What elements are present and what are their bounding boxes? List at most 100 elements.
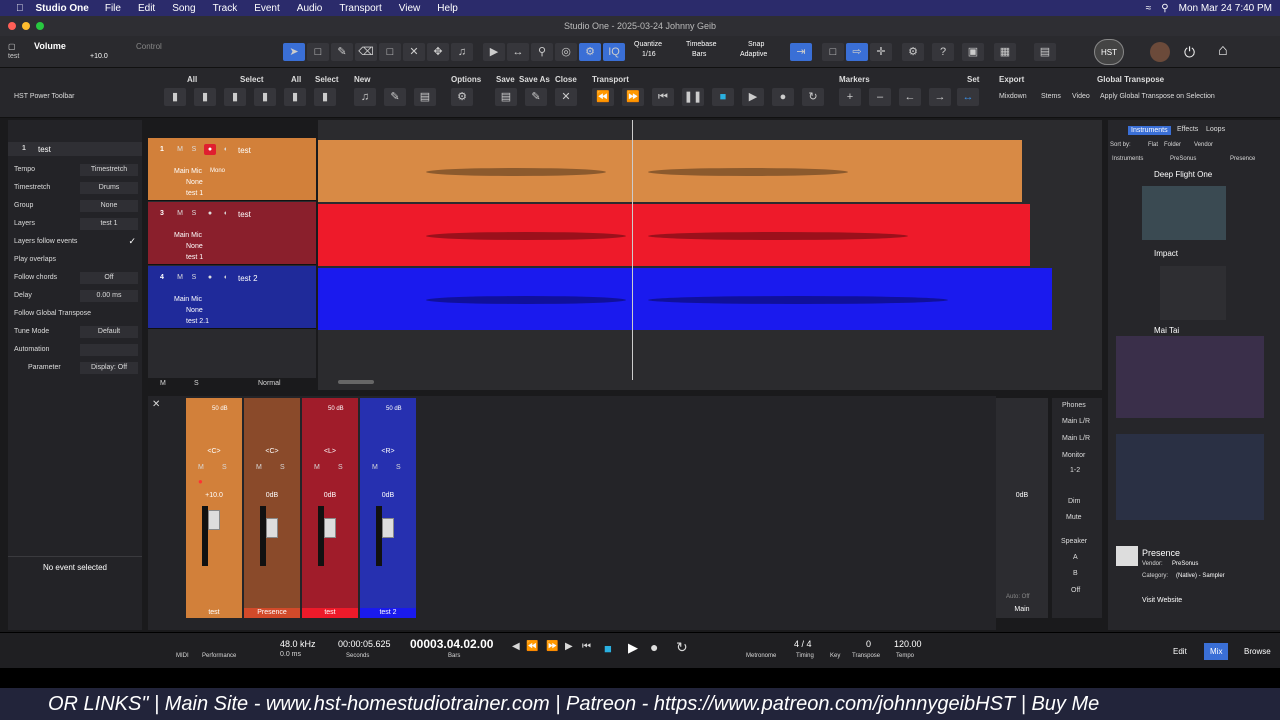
timebase-value[interactable]: Bars [692,51,706,58]
track-layer[interactable]: test 2.1 [186,318,209,325]
tab-loops[interactable]: Loops [1206,126,1225,133]
inspector-row[interactable]: Layers follow events ✓ [8,234,142,250]
row-value[interactable]: Timestretch [80,164,138,176]
zoom-tool-button[interactable]: ↔ [507,43,529,61]
solo-button[interactable]: S [396,464,401,471]
menu-file[interactable]: File [105,3,121,14]
track-row[interactable]: 1 M S ● ◐ test Main Mic Mono None test 1 [148,138,316,201]
main-auto[interactable]: Auto: Off [1006,594,1030,600]
eraser-tool-button[interactable]: ⌫ [355,43,377,61]
zoom-window-button[interactable] [36,22,44,30]
prev-icon[interactable]: ⏮ [652,88,674,106]
record-arm-button[interactable]: ● [198,477,203,486]
zoom-icon[interactable]: ⚲ [531,43,553,61]
rewind-icon[interactable]: ⏪ [592,88,614,106]
track-mode-select[interactable]: Normal [258,380,281,387]
inspector-row[interactable]: Tempo Timestretch [8,162,142,178]
audio-clip[interactable] [318,204,1030,266]
speaker-a[interactable]: A [1073,554,1078,561]
output-main-2[interactable]: Main L/R [1062,435,1090,442]
tab-mix[interactable]: Mix [1204,643,1229,660]
seconds-display[interactable]: 00:00:05.625 [338,639,391,649]
all-btn-5[interactable]: ▮ [284,88,306,106]
record-arm-button[interactable]: ● [204,208,216,219]
row-value[interactable]: Display: Off [80,362,138,374]
cursor-follow-button[interactable]: ✛ [870,43,892,61]
inspector-row[interactable]: Parameter Display: Off [8,360,142,376]
monitor-button[interactable]: ◐ [220,144,232,155]
record-button[interactable]: ● [650,639,658,655]
audio-clip[interactable] [318,140,1022,202]
playhead[interactable] [632,120,633,380]
row-value[interactable]: test 1 [80,218,138,230]
tab-effects[interactable]: Effects [1177,126,1198,133]
dim-button[interactable]: Dim [1068,498,1080,505]
plugin-thumbnail[interactable] [1160,266,1226,320]
close-window-button[interactable] [8,22,16,30]
wifi-icon[interactable]: ≈ [1146,3,1152,14]
menu-help[interactable]: Help [437,3,458,14]
inspector-track-header[interactable]: 1 test [8,142,142,156]
inspector-row[interactable]: Play overlaps [8,252,142,268]
export-video-button[interactable]: Video [1072,93,1090,100]
console-icon[interactable]: ▤ [1034,43,1056,61]
add-marker-button[interactable]: + [839,88,861,106]
sort-flat[interactable]: Flat [1148,142,1158,148]
mute-button[interactable]: M [174,208,186,219]
next-marker-button[interactable]: → [929,88,951,106]
settings-button[interactable]: ⚙ [902,43,924,61]
output-1-2[interactable]: 1-2 [1070,467,1080,474]
pan-value[interactable]: <C> [186,448,242,455]
solo-button[interactable]: S [338,464,343,471]
row-value[interactable]: Drums [80,182,138,194]
track-layer[interactable]: test 1 [186,254,203,261]
pause-icon[interactable]: ❚❚ [682,88,704,106]
home-icon[interactable]: ⌂ [1218,42,1228,60]
fader-cap[interactable] [208,510,220,530]
listen-tool-button[interactable]: ♫ [451,43,473,61]
mute-button[interactable]: M [198,464,204,471]
track-name[interactable]: test [238,146,251,155]
monitor-button[interactable]: ◐ [220,208,232,219]
record-icon[interactable]: ● [772,88,794,106]
time-signature[interactable]: 4 / 4 [794,639,812,649]
all-btn-3[interactable]: ▮ [224,88,246,106]
mute-button[interactable]: M [314,464,320,471]
speaker-off[interactable]: Off [1071,587,1080,594]
fader-db[interactable]: 0dB [360,492,416,499]
record-arm-button[interactable]: ● [204,144,216,155]
key-label[interactable]: Key [830,653,840,659]
path-presonus[interactable]: PreSonus [1170,156,1196,162]
gain-value[interactable]: 50 dB [212,406,228,412]
row-value[interactable]: 0.00 ms [80,290,138,302]
fader-cap[interactable] [324,518,336,538]
quantize-value[interactable]: 1/16 [642,51,656,58]
snap-value[interactable]: Adaptive [740,51,767,58]
output-main-1[interactable]: Main L/R [1062,418,1090,425]
close-icon[interactable]: ✕ [555,88,577,106]
video-icon[interactable]: ▣ [962,43,984,61]
tempo-value[interactable]: 120.00 [894,639,922,649]
all-btn-4[interactable]: ▮ [254,88,276,106]
mute-button[interactable]: M [256,464,262,471]
pan-value[interactable]: <R> [360,448,416,455]
fast-rewind-button[interactable]: ⏪ [526,641,538,652]
track-row[interactable]: 3 M S ● ◐ test Main Mic None test 1 [148,202,316,265]
datetime[interactable]: Mon Mar 24 7:40 PM [1179,3,1272,14]
avatar[interactable] [1150,42,1170,62]
return-zero-button[interactable]: ⏮ [582,641,591,652]
check-icon[interactable]: ✓ [128,236,136,247]
horizontal-scrollbar[interactable] [338,380,374,384]
tab-instruments[interactable]: Instruments [1128,126,1171,135]
global-mute[interactable]: M [160,380,166,387]
sort-vendor[interactable]: Vendor [1194,142,1213,148]
track-name[interactable]: test 2 [238,274,258,283]
browser-item[interactable]: Impact [1154,249,1178,258]
app-menu[interactable]: Studio One [36,3,89,14]
pan-value[interactable]: <L> [302,448,358,455]
gain-value[interactable]: 50 dB [386,406,402,412]
export-mixdown-button[interactable]: Mixdown [999,93,1027,100]
arrange-view[interactable] [318,120,1102,390]
transpose-value[interactable]: 0 [866,639,871,649]
options-gear-icon[interactable]: ⚙ [451,88,473,106]
